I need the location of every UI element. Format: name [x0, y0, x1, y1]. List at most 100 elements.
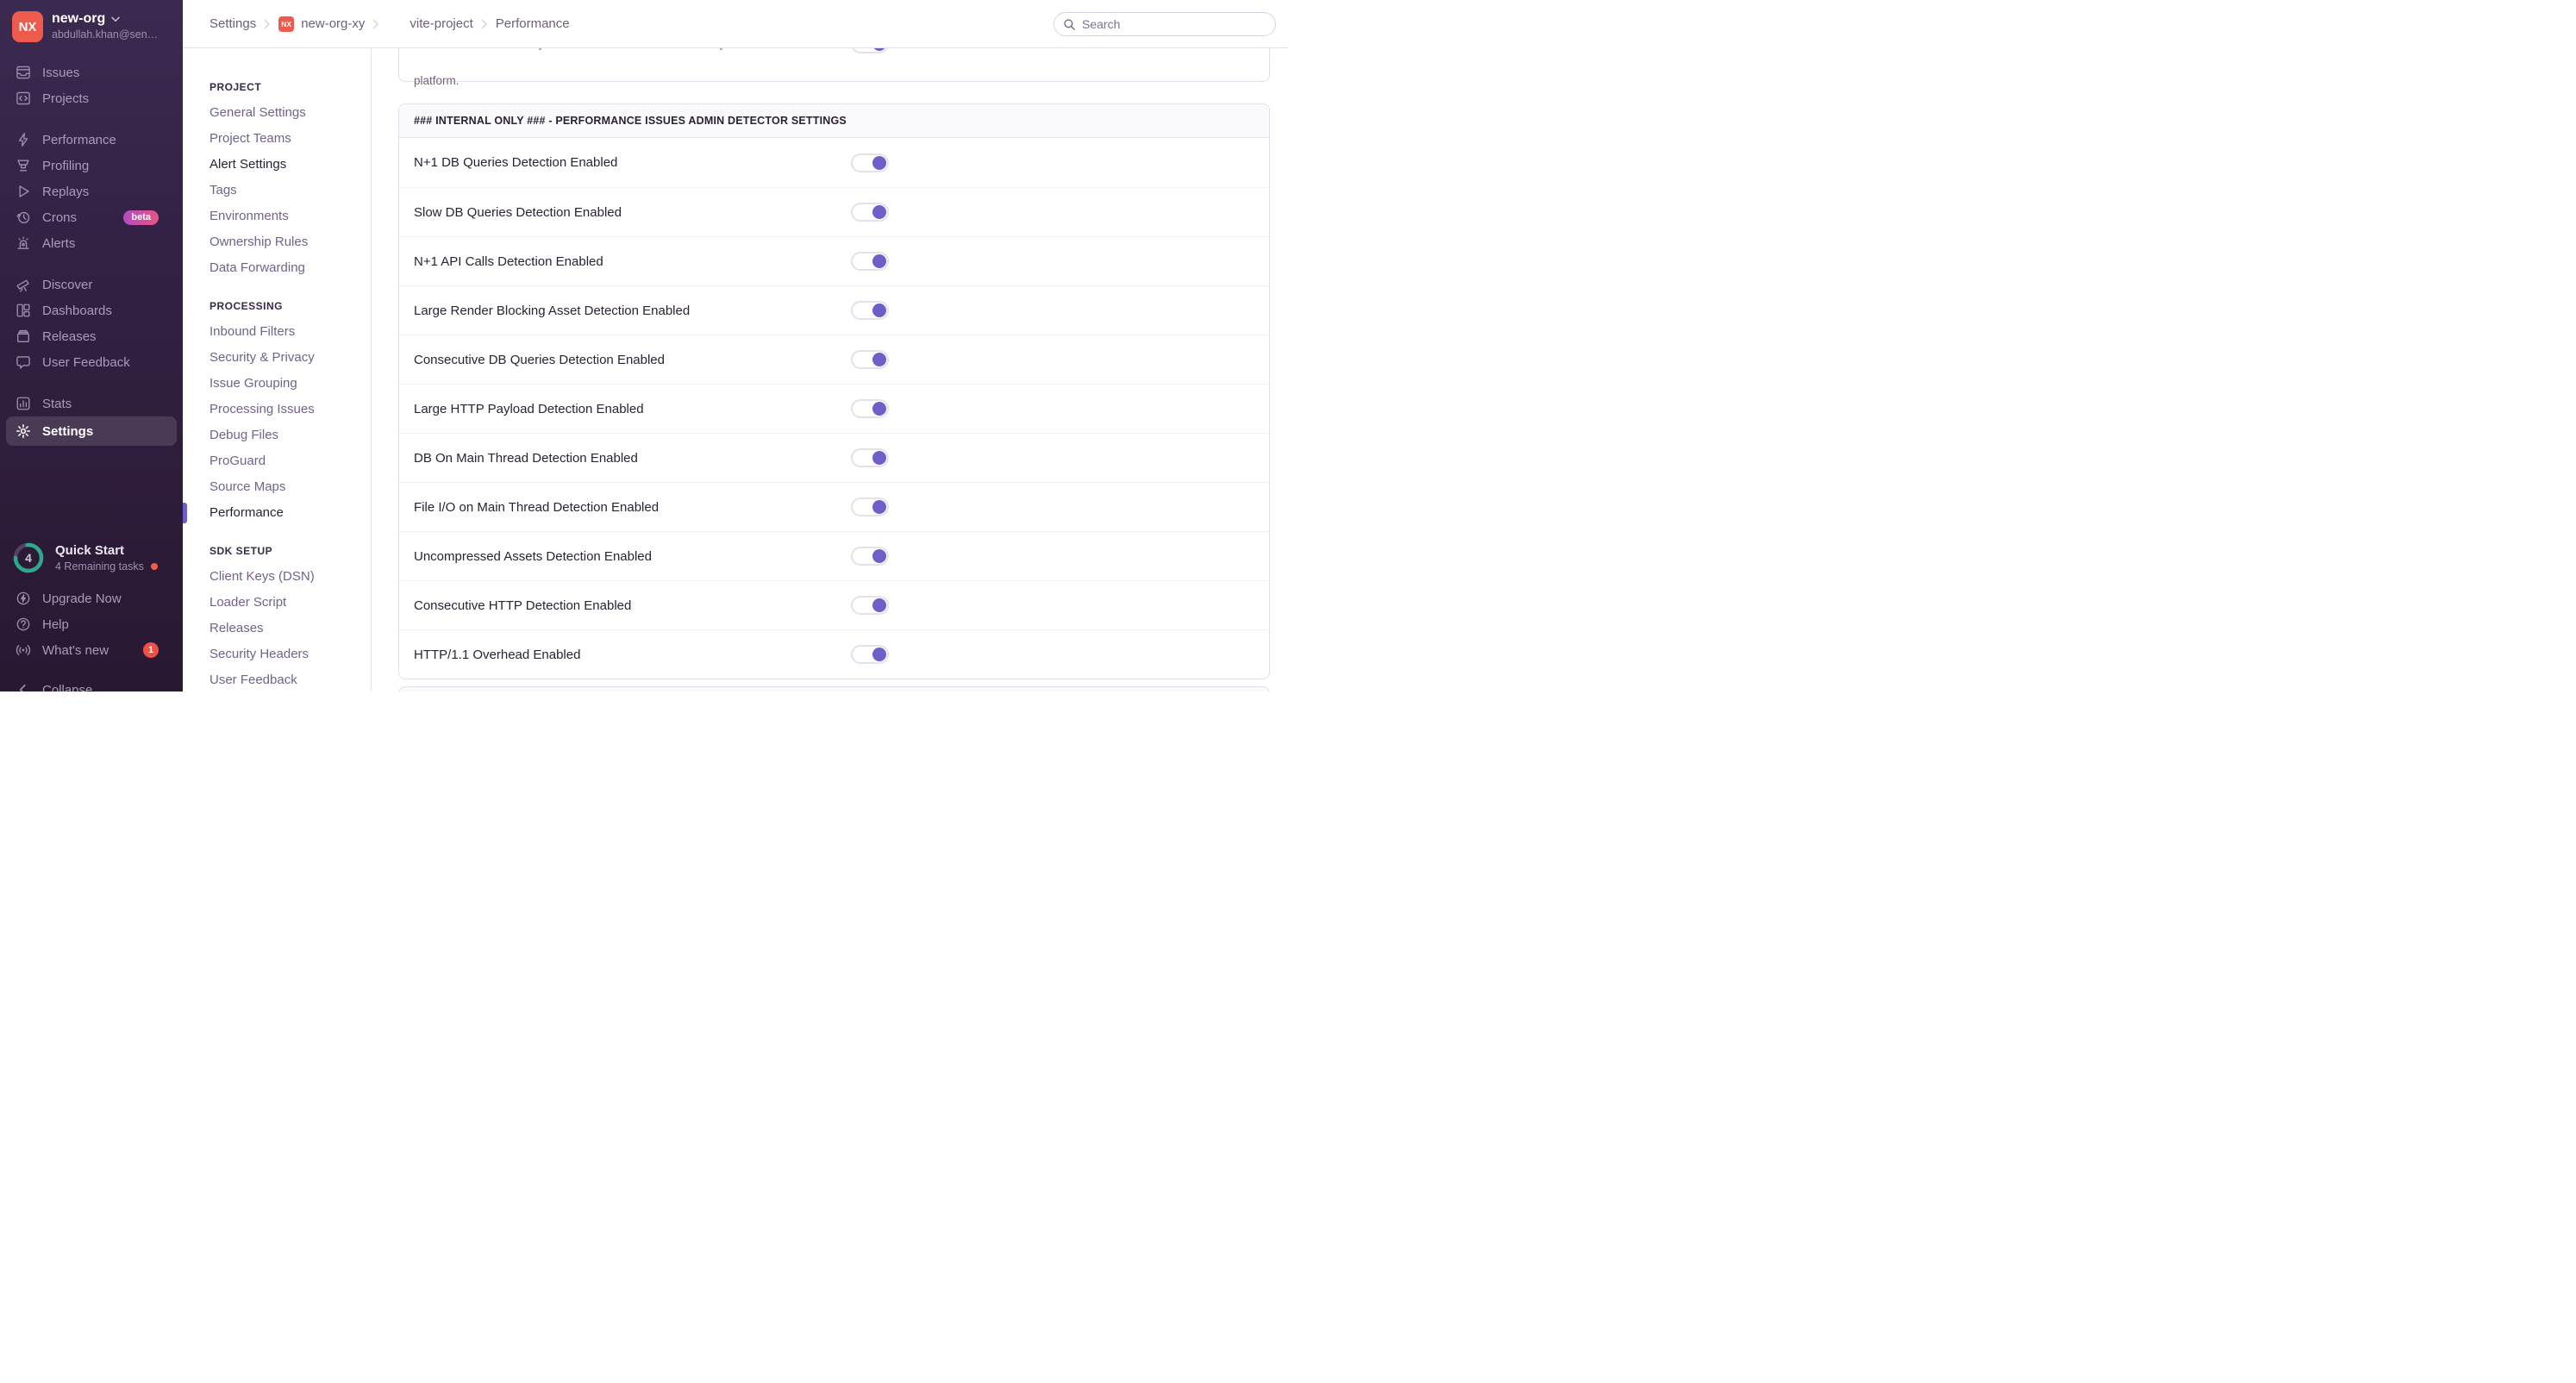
breadcrumb: Settings NX new-org-xy vite-project Performa…: [209, 16, 570, 32]
subnav-item-issue-grouping[interactable]: Issue Grouping: [209, 371, 371, 397]
subnav-section-title: PROJECT: [209, 81, 262, 93]
replays-icon: [16, 184, 31, 199]
toggle-switch-http-1-1-overhead-enabled[interactable]: [851, 645, 889, 664]
toggle-switch-partial[interactable]: [851, 48, 889, 53]
sidebar-item-alerts[interactable]: Alerts: [0, 230, 183, 256]
upgrade-icon: [16, 591, 31, 606]
breadcrumb-performance[interactable]: Performance: [496, 16, 570, 31]
sentry-app: NX new-org abdullah.khan@sen… Issues Proj…: [0, 0, 1288, 692]
stats-icon: [16, 396, 31, 411]
sidebar-item-releases[interactable]: Releases: [0, 323, 183, 349]
setting-row-large-http-payload-detection-enabled: Large HTTP Payload Detection Enabled: [399, 384, 1269, 433]
subnav-section: SDK SETUP Client Keys (DSN) Loader Script R…: [209, 545, 371, 692]
toggle-switch-file-i-o-on-main-thread-detection-enabled[interactable]: [851, 498, 889, 516]
toggle-knob: [872, 48, 886, 51]
sidebar-item-dashboards[interactable]: Dashboards: [0, 297, 183, 323]
clipped-text-fragment: [539, 48, 541, 50]
sidebar-group: Discover Dashboards Releases User Feedback: [0, 272, 183, 375]
sidebar-item-label: Performance: [42, 132, 116, 147]
settings-subnav: PROJECT General Settings Project Teams Aler…: [183, 48, 372, 692]
toggle-switch-large-http-payload-detection-enabled[interactable]: [851, 399, 889, 418]
subnav-item-debug-files[interactable]: Debug Files: [209, 422, 371, 448]
sidebar-item-help[interactable]: Help: [0, 611, 183, 637]
subnav-item-alert-settings[interactable]: Alert Settings: [209, 152, 371, 178]
sidebar-nav: Issues Projects Performance Profiling Replay…: [0, 42, 183, 446]
subnav-item-client-keys-dsn[interactable]: Client Keys (DSN): [209, 564, 371, 590]
sidebar-item-settings[interactable]: Settings: [6, 416, 177, 446]
subnav-item-environments[interactable]: Environments: [209, 203, 371, 229]
toggle-knob: [872, 254, 886, 268]
toggle-switch-consecutive-http-detection-enabled[interactable]: [851, 596, 889, 615]
subnav-section: PROJECT General Settings Project Teams Aler…: [209, 81, 371, 281]
setting-label: Slow DB Queries Detection Enabled: [414, 204, 622, 220]
setting-label: HTTP/1.1 Overhead Enabled: [414, 647, 581, 662]
org-switcher[interactable]: NX new-org abdullah.khan@sen…: [0, 0, 183, 42]
alerts-icon: [16, 235, 31, 251]
toggle-knob: [872, 155, 886, 170]
breadcrumb-vite-project[interactable]: vite-project: [387, 16, 473, 32]
quick-start-panel[interactable]: 4 Quick Start 4 Remaining tasks: [0, 541, 183, 574]
toggle-switch-db-on-main-thread-detection-enabled[interactable]: [851, 448, 889, 467]
sidebar-item-label: User Feedback: [42, 354, 130, 370]
toggle-switch-uncompressed-assets-detection-enabled[interactable]: [851, 547, 889, 566]
setting-label: DB On Main Thread Detection Enabled: [414, 450, 638, 466]
right-pane: Settings NX new-org-xy vite-project Performa…: [183, 0, 1288, 692]
detector-settings-panel: ### INTERNAL ONLY ### - PERFORMANCE ISSU…: [398, 103, 1270, 679]
toggle-switch-n-1-db-queries-detection-enabled[interactable]: [851, 153, 889, 172]
help-icon: [16, 616, 31, 632]
sidebar-item-discover[interactable]: Discover: [0, 272, 183, 297]
toggle-switch-n-1-api-calls-detection-enabled[interactable]: [851, 252, 889, 271]
collapse-icon: [16, 682, 31, 692]
sidebar-item-replays[interactable]: Replays: [0, 178, 183, 204]
toggle-switch-slow-db-queries-detection-enabled[interactable]: [851, 203, 889, 222]
breadcrumb-settings[interactable]: Settings: [209, 16, 256, 31]
toggle-switch-large-render-blocking-asset-detection-enabled[interactable]: [851, 301, 889, 320]
breadcrumb-label: new-org-xy: [301, 16, 366, 31]
toggle-knob: [872, 451, 886, 465]
sidebar-item-crons[interactable]: Crons beta: [0, 204, 183, 230]
org-crumb-avatar: NX: [278, 16, 295, 32]
subnav-item-general-settings[interactable]: General Settings: [209, 100, 371, 126]
org-email: abdullah.khan@sen…: [52, 28, 159, 41]
subnav-item-processing-issues[interactable]: Processing Issues: [209, 397, 371, 422]
subnav-item-security-headers[interactable]: Security Headers: [209, 641, 371, 667]
setting-label: File I/O on Main Thread Detection Enable…: [414, 499, 660, 515]
sidebar-item-label: What's new: [42, 642, 109, 658]
sidebar-item-issues[interactable]: Issues: [0, 59, 183, 85]
sidebar-item-user-feedback[interactable]: User Feedback: [0, 349, 183, 375]
sidebar-item-what-s-new[interactable]: What's new 1: [0, 637, 183, 663]
subnav-item-user-feedback[interactable]: User Feedback: [209, 667, 371, 692]
sidebar-item-profiling[interactable]: Profiling: [0, 153, 183, 178]
setting-label: N+1 DB Queries Detection Enabled: [414, 155, 618, 170]
sidebar-item-projects[interactable]: Projects: [0, 85, 183, 111]
sidebar-item-label: Settings: [42, 423, 94, 439]
crons-icon: [16, 210, 31, 225]
subnav-item-data-forwarding[interactable]: Data Forwarding: [209, 255, 371, 281]
toggle-switch-consecutive-db-queries-detection-enabled[interactable]: [851, 350, 889, 369]
subnav-item-project-teams[interactable]: Project Teams: [209, 126, 371, 152]
sidebar-item-stats[interactable]: Stats: [0, 391, 183, 416]
quick-start-count: 4: [25, 551, 32, 565]
subnav-item-source-maps[interactable]: Source Maps: [209, 474, 371, 500]
setting-row-n-1-api-calls-detection-enabled: N+1 API Calls Detection Enabled: [399, 236, 1269, 285]
panel-title: ### INTERNAL ONLY ### - PERFORMANCE ISSU…: [399, 104, 1269, 138]
quick-start-subtitle: 4 Remaining tasks: [55, 560, 144, 573]
subnav-item-loader-script[interactable]: Loader Script: [209, 590, 371, 616]
subnav-item-releases[interactable]: Releases: [209, 616, 371, 641]
breadcrumb-new-org-xy[interactable]: NX new-org-xy: [278, 16, 365, 32]
sidebar-item-upgrade-now[interactable]: Upgrade Now: [0, 585, 183, 611]
subnav-item-tags[interactable]: Tags: [209, 178, 371, 203]
org-avatar: NX: [12, 11, 43, 42]
subnav-item-ownership-rules[interactable]: Ownership Rules: [209, 229, 371, 255]
setting-label: Uncompressed Assets Detection Enabled: [414, 548, 652, 564]
subnav-item-performance[interactable]: Performance: [183, 500, 371, 526]
subnav-item-inbound-filters[interactable]: Inbound Filters: [209, 319, 371, 345]
setting-row-consecutive-http-detection-enabled: Consecutive HTTP Detection Enabled: [399, 580, 1269, 629]
sidebar-item-performance[interactable]: Performance: [0, 127, 183, 153]
search-input[interactable]: [1054, 11, 1276, 36]
chevron-right-icon: [264, 19, 271, 29]
subnav-section-title: SDK SETUP: [209, 545, 273, 557]
subnav-item-security-privacy[interactable]: Security & Privacy: [209, 345, 371, 371]
sidebar-item-collapse[interactable]: Collapse: [0, 677, 183, 692]
subnav-item-proguard[interactable]: ProGuard: [209, 448, 371, 474]
